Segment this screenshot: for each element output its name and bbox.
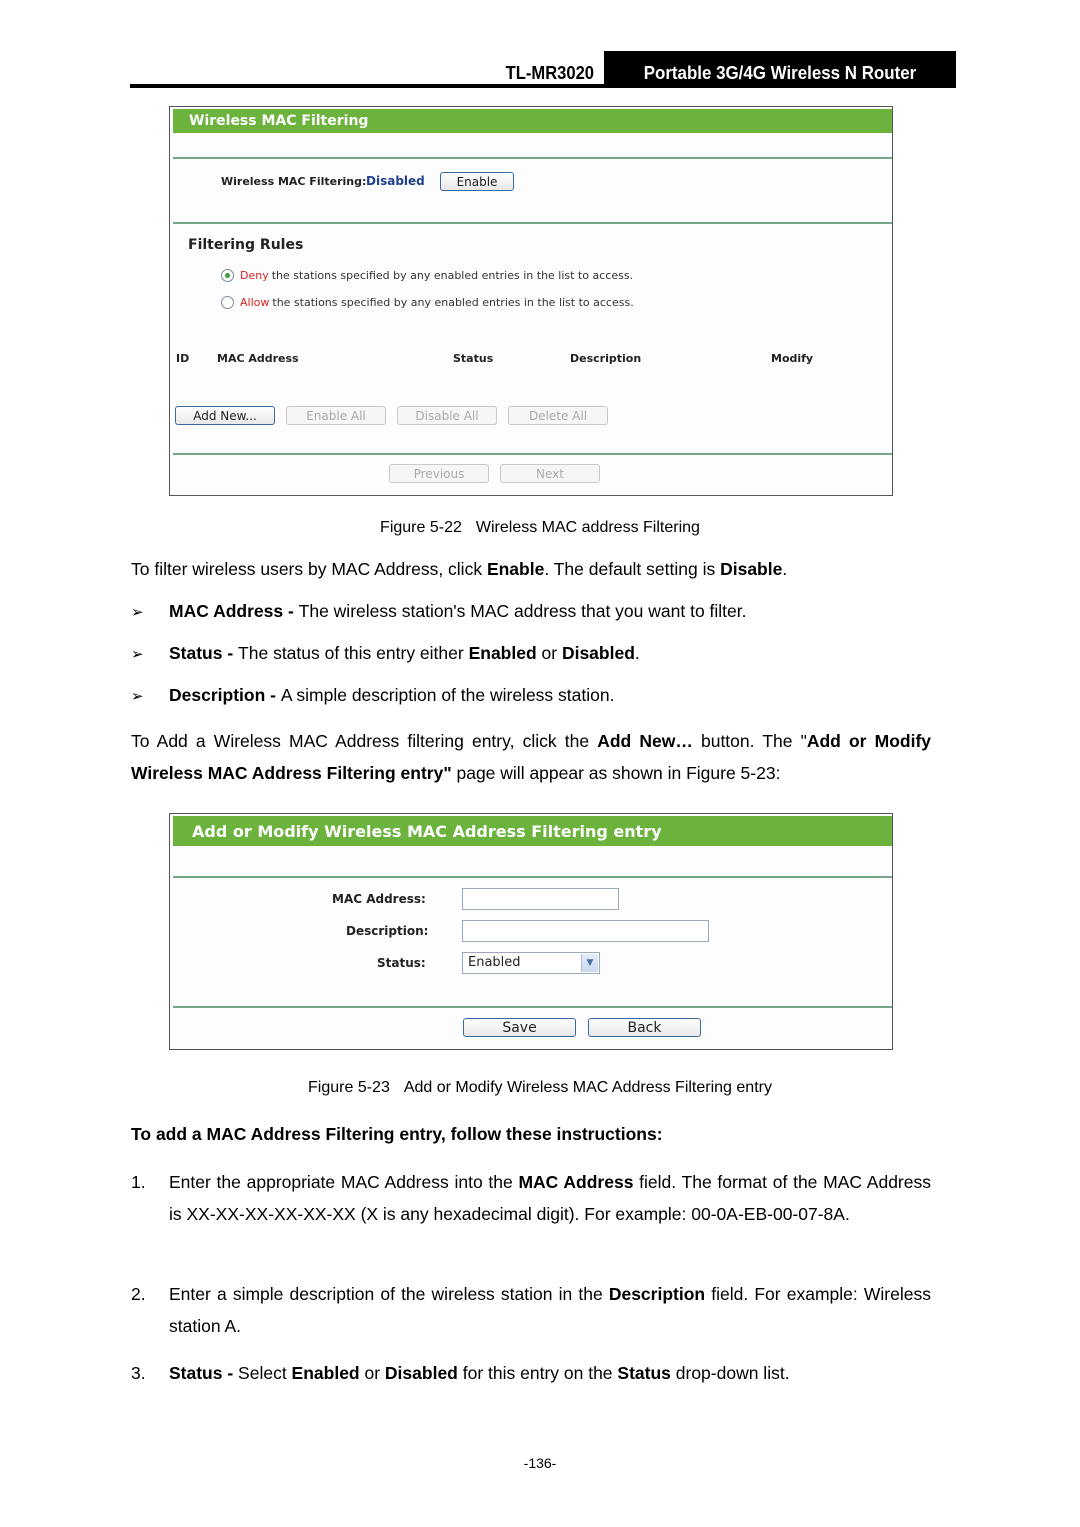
product-name: Portable 3G/4G Wireless N Router	[643, 63, 917, 83]
page-number: -136-	[523, 1455, 557, 1471]
save-button[interactable]: Save	[463, 1018, 576, 1037]
divider	[173, 222, 892, 224]
product-name-banner: Portable 3G/4G Wireless N Router	[604, 51, 956, 88]
chevron-down-icon[interactable]: ▼	[581, 954, 598, 972]
divider	[173, 453, 892, 455]
enable-all-button[interactable]: Enable All	[286, 406, 386, 425]
instruction-step-1: 1. Enter the appropriate MAC Address int…	[131, 1172, 931, 1224]
bullet-mac-address: ➢ MAC Address - The wireless station's MA…	[131, 601, 747, 621]
caption-text: Add or Modify Wireless MAC Address Filte…	[403, 1079, 772, 1096]
header-rule	[130, 84, 956, 88]
divider	[173, 876, 892, 878]
status-label: Status:	[377, 956, 426, 970]
description-input[interactable]	[462, 920, 709, 942]
rule-text: the stations specified by any enabled en…	[271, 269, 634, 282]
filtering-rules-heading: Filtering Rules	[188, 237, 304, 253]
arrow-bullet-icon: ➢	[131, 688, 144, 705]
description-label: Description:	[346, 924, 429, 938]
add-new-button[interactable]: Add New...	[175, 406, 275, 425]
divider	[173, 1006, 892, 1008]
intro-paragraph: To filter wireless users by MAC Address,…	[131, 559, 788, 579]
mac-filtering-status: Disabled	[366, 174, 425, 188]
status-select[interactable]: Enabled ▼	[462, 952, 600, 974]
previous-button[interactable]: Previous	[389, 464, 489, 483]
radio-allow[interactable]	[221, 296, 234, 309]
figure-23-caption: Figure 5-23 Add or Modify Wireless MAC Ad…	[0, 1079, 1080, 1097]
panel-title: Add or Modify Wireless MAC Address Filte…	[173, 816, 892, 846]
radio-deny[interactable]	[221, 269, 234, 282]
instruction-step-3: 3. Status - Select Enabled or Disabled f…	[131, 1363, 790, 1383]
arrow-bullet-icon: ➢	[131, 646, 144, 663]
next-button[interactable]: Next	[500, 464, 600, 483]
caption-number: Figure 5-23	[308, 1079, 390, 1096]
mac-filtering-label: Wireless MAC Filtering:	[221, 175, 367, 188]
col-id: ID	[176, 352, 190, 365]
panel-title: Wireless MAC Filtering	[173, 109, 892, 133]
status-selected-value: Enabled	[468, 955, 521, 970]
rule-allow-option[interactable]: Allow the stations specified by any enab…	[221, 296, 634, 309]
model-name: TL-MR3020	[505, 63, 594, 83]
rule-deny-option[interactable]: Deny the stations specified by any enabl…	[221, 269, 633, 282]
add-new-paragraph: To Add a Wireless MAC Address filtering …	[131, 731, 931, 783]
rule-text: the stations specified by any enabled en…	[272, 296, 634, 309]
back-button[interactable]: Back	[588, 1018, 701, 1037]
enable-button[interactable]: Enable	[440, 172, 514, 191]
instructions-heading: To add a MAC Address Filtering entry, fo…	[131, 1124, 663, 1144]
rule-keyword: Allow	[240, 296, 270, 309]
rule-keyword: Deny	[240, 269, 269, 282]
col-status: Status	[453, 352, 494, 365]
mac-address-label: MAC Address:	[332, 892, 426, 906]
col-description: Description	[570, 352, 642, 365]
bullet-status: ➢ Status - The status of this entry eithe…	[131, 643, 640, 663]
caption-number: Figure 5-22	[380, 519, 462, 536]
col-mac-address: MAC Address	[217, 352, 299, 365]
mac-address-input[interactable]	[462, 888, 619, 910]
disable-all-button[interactable]: Disable All	[397, 406, 497, 425]
bullet-description: ➢ Description - A simple description of t…	[131, 685, 615, 705]
add-modify-entry-panel: Add or Modify Wireless MAC Address Filte…	[169, 813, 893, 1050]
arrow-bullet-icon: ➢	[131, 604, 144, 621]
divider	[173, 157, 892, 159]
delete-all-button[interactable]: Delete All	[508, 406, 608, 425]
figure-22-caption: Figure 5-22 Wireless MAC address Filterin…	[0, 519, 1080, 537]
page-header: TL-MR3020 Portable 3G/4G Wireless N Rout…	[130, 51, 956, 88]
wireless-mac-filtering-panel: Wireless MAC Filtering Wireless MAC Filt…	[169, 106, 893, 496]
instruction-step-2: 2. Enter a simple description of the wir…	[131, 1284, 931, 1336]
col-modify: Modify	[771, 352, 814, 365]
caption-text: Wireless MAC address Filtering	[475, 519, 700, 536]
